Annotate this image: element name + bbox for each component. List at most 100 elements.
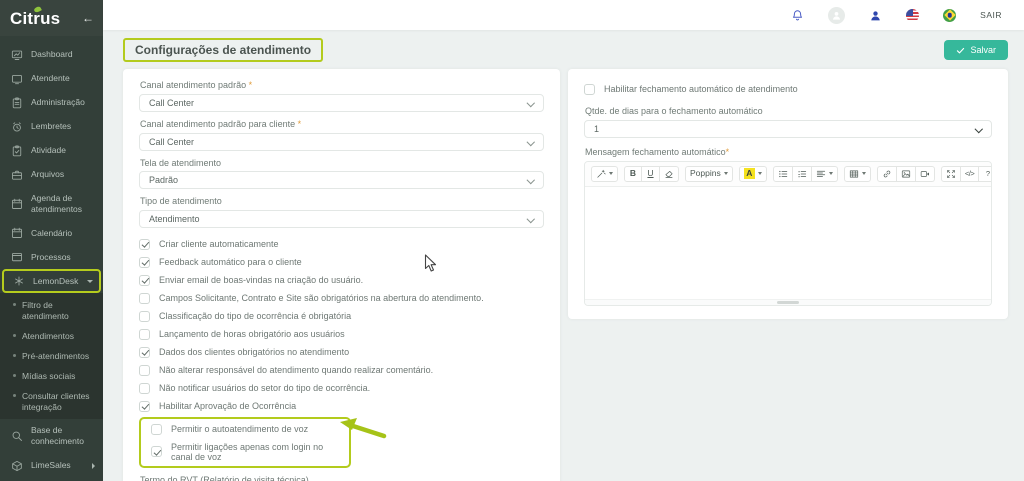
us-flag-icon[interactable] <box>906 9 919 22</box>
clear-format-button[interactable] <box>660 166 679 182</box>
sidebar-item-processos[interactable]: Processos <box>0 245 103 269</box>
magic-style-button[interactable] <box>591 166 618 182</box>
avatar[interactable] <box>828 7 845 24</box>
sidebar-item-limesales[interactable]: LimeSales <box>0 454 103 478</box>
checkbox-label: Habilitar fechamento automático de atend… <box>604 84 798 94</box>
sidebar-item-atendente[interactable]: Atendente <box>0 67 103 91</box>
paragraph-button[interactable] <box>812 166 838 182</box>
checkbox-row[interactable]: Habilitar Aprovação de Ocorrência <box>139 397 544 415</box>
calendar-icon <box>11 198 23 210</box>
checkbox-row[interactable]: Classificação do tipo de ocorrência é ob… <box>139 307 544 325</box>
checkbox-row[interactable]: Feedback automático para o cliente <box>139 253 544 271</box>
sidebar-item-dashboard[interactable]: Dashboard <box>0 43 103 67</box>
checkbox[interactable] <box>139 347 150 358</box>
checkbox[interactable] <box>139 401 150 412</box>
checkbox-row[interactable]: Não notificar usuários do setor do tipo … <box>139 379 544 397</box>
checkbox[interactable] <box>139 293 150 304</box>
checkbox-row[interactable]: Dados dos clientes obrigatórios no atend… <box>139 343 544 361</box>
checkbox-row[interactable]: Permitir ligações apenas com login no ca… <box>151 438 339 465</box>
sidebar-item-administracao[interactable]: Administração <box>0 91 103 115</box>
auto-close-checkbox-row[interactable]: Habilitar fechamento automático de atend… <box>584 80 992 98</box>
picture-button[interactable] <box>897 166 916 182</box>
field-label: Tela de atendimento <box>140 158 543 169</box>
select-canal-atendimento-padrao[interactable]: Call Center <box>139 94 544 112</box>
sidebar-subitem-consultar-clientes-integracao[interactable]: Consultar clientes integração <box>0 386 103 417</box>
checkbox[interactable] <box>139 365 150 376</box>
checkbox-row[interactable]: Não alterar responsável do atendimento q… <box>139 361 544 379</box>
checkbox[interactable] <box>139 311 150 322</box>
checkbox[interactable] <box>139 275 150 286</box>
bullet-dot-icon <box>13 374 16 377</box>
font-color-button[interactable]: A <box>739 166 767 182</box>
ordered-list-button[interactable] <box>793 166 812 182</box>
left-fields: Canal atendimento padrão *Call CenterCan… <box>139 80 544 228</box>
checkbox-row[interactable]: Campos Solicitante, Contrato e Site são … <box>139 289 544 307</box>
underline-button[interactable]: U <box>642 166 660 182</box>
sidebar-item-atividade[interactable]: Atividade <box>0 139 103 163</box>
days-select[interactable]: 1 <box>584 120 992 138</box>
checkbox[interactable] <box>151 446 162 457</box>
sidebar-item-base-de-conhecimento[interactable]: Base de conhecimento <box>0 419 103 453</box>
font-family-button[interactable]: Poppins <box>685 166 733 182</box>
bold-button[interactable]: B <box>624 166 642 182</box>
checkbox[interactable] <box>139 329 150 340</box>
video-button[interactable] <box>916 166 935 182</box>
checkbox-label: Classificação do tipo de ocorrência é ob… <box>159 311 351 321</box>
color-group: A <box>739 166 767 182</box>
help-button[interactable]: ? <box>979 166 992 182</box>
select-value: Atendimento <box>149 214 200 224</box>
sidebar-subitem-midias-sociais[interactable]: Mídias sociais <box>0 366 103 386</box>
checkbox[interactable] <box>139 239 150 250</box>
checkbox-label: Dados dos clientes obrigatórios no atend… <box>159 347 349 357</box>
sidebar-item-label: LemonDesk <box>33 276 78 287</box>
message-editor-body[interactable] <box>585 187 991 299</box>
table-button[interactable] <box>844 166 871 182</box>
sidebar-subitem-filtro-de-atendimento[interactable]: Filtro de atendimento <box>0 295 103 326</box>
brazil-flag-icon[interactable] <box>943 9 956 22</box>
message-field-label: Mensagem fechamento automático* <box>585 147 991 158</box>
checkbox[interactable] <box>139 383 150 394</box>
sidebar-item-arquivos[interactable]: Arquivos <box>0 163 103 187</box>
citrus-app: Citrus ← DashboardAtendenteAdministração… <box>0 0 1024 481</box>
sidebar-subitem-atendimentos[interactable]: Atendimentos <box>0 326 103 346</box>
checkbox[interactable] <box>139 257 150 268</box>
select-tipo-de-atendimento[interactable]: Atendimento <box>139 210 544 228</box>
sidebar-item-estatisticas[interactable]: Estatísticas <box>0 478 103 481</box>
checkbox[interactable] <box>151 424 162 435</box>
clipboard-icon <box>11 97 23 109</box>
save-button[interactable]: Salvar <box>944 40 1008 60</box>
unordered-list-button[interactable] <box>773 166 793 182</box>
checkbox-row[interactable]: Enviar email de boas-vindas na criação d… <box>139 271 544 289</box>
sidebar-item-label: Atividade <box>31 145 66 156</box>
checkbox-label: Permitir o autoatendimento de voz <box>171 424 308 434</box>
table-group <box>844 166 871 182</box>
notification-bell-icon[interactable] <box>791 9 804 22</box>
select-tela-de-atendimento[interactable]: Padrão <box>139 171 544 189</box>
select-canal-atendimento-padrao-cliente[interactable]: Call Center <box>139 133 544 151</box>
sidebar-item-agenda-de-atendimentos[interactable]: Agenda de atendimentos <box>0 187 103 221</box>
sidebar-item-lemondesk[interactable]: LemonDesk <box>2 269 101 293</box>
checkbox-row[interactable]: Lançamento de horas obrigatório aos usuá… <box>139 325 544 343</box>
resize-grip[interactable] <box>777 301 799 304</box>
sidebar-subitem-pre-atendimentos[interactable]: Pré-atendimentos <box>0 346 103 366</box>
checkbox[interactable] <box>584 84 595 95</box>
checkbox-row[interactable]: Permitir o autoatendimento de voz <box>151 420 339 438</box>
logout-button[interactable]: SAIR <box>980 10 1002 20</box>
user-icon[interactable] <box>869 9 882 22</box>
editor-resize-bar <box>585 299 991 305</box>
field-label: Canal atendimento padrão * <box>140 80 543 91</box>
checkbox-label: Enviar email de boas-vindas na criação d… <box>159 275 363 285</box>
link-button[interactable] <box>877 166 897 182</box>
checkbox-row[interactable]: Criar cliente automaticamente <box>139 235 544 253</box>
sidebar-collapse-arrow-icon[interactable]: ← <box>82 12 94 24</box>
sidebar-item-lembretes[interactable]: Lembretes <box>0 115 103 139</box>
caret-down-icon <box>724 172 728 175</box>
content-area: Configurações de atendimento Salvar Cana… <box>103 30 1024 481</box>
sidebar-item-calendario[interactable]: Calendário <box>0 221 103 245</box>
fullscreen-button[interactable] <box>941 166 961 182</box>
code-view-button[interactable]: </> <box>961 166 979 182</box>
caret-down-icon <box>862 172 866 175</box>
asterisk-icon <box>13 275 25 287</box>
bullet-dot-icon <box>13 394 16 397</box>
check-icon <box>956 46 965 55</box>
